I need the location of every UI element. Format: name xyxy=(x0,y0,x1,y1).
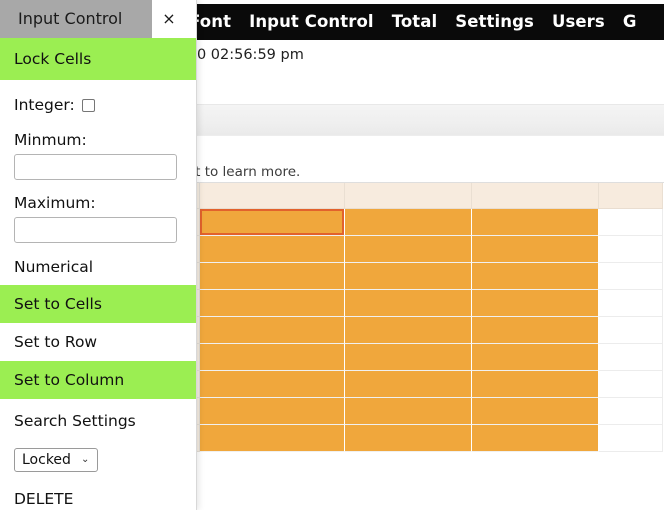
menu-item-total[interactable]: Total xyxy=(383,4,447,40)
grid-cell[interactable] xyxy=(472,344,599,371)
grid-cell[interactable] xyxy=(200,344,345,371)
lock-cells-button[interactable]: Lock Cells xyxy=(0,38,196,80)
grid-cell[interactable] xyxy=(200,317,345,344)
set-to-row-button[interactable]: Set to Row xyxy=(0,323,196,361)
grid-cell[interactable] xyxy=(472,398,599,425)
set-to-column-button[interactable]: Set to Column xyxy=(0,361,196,399)
grid-header-cell[interactable] xyxy=(472,183,599,209)
grid-cell[interactable] xyxy=(345,344,472,371)
delete-button[interactable]: DELETE xyxy=(0,477,196,510)
grid-cell[interactable] xyxy=(472,236,599,263)
panel-titlebar: Input Control × xyxy=(0,0,196,38)
grid-cell[interactable] xyxy=(200,290,345,317)
maximum-input[interactable] xyxy=(14,217,177,243)
set-to-row-label: Set to Row xyxy=(14,333,98,351)
maximum-field-block: Maximum: xyxy=(0,180,196,243)
grid-cell[interactable] xyxy=(599,371,663,398)
grid-cell[interactable] xyxy=(345,290,472,317)
grid-cell[interactable] xyxy=(599,425,663,452)
lock-cells-label: Lock Cells xyxy=(14,50,92,68)
grid-cell[interactable] xyxy=(472,317,599,344)
grid-cell[interactable] xyxy=(345,425,472,452)
grid-cell[interactable] xyxy=(200,425,345,452)
grid-cell[interactable] xyxy=(200,263,345,290)
grid-cell[interactable] xyxy=(472,263,599,290)
search-settings-button[interactable]: Search Settings xyxy=(0,399,196,443)
grid-cell-active[interactable] xyxy=(200,209,345,236)
panel-title: Input Control xyxy=(18,9,123,28)
delete-label: DELETE xyxy=(14,490,74,508)
grid-cell[interactable] xyxy=(472,371,599,398)
locked-select[interactable]: Locked ⌄ xyxy=(14,448,98,472)
menu-item-users[interactable]: Users xyxy=(543,4,614,40)
grid-cell[interactable] xyxy=(200,371,345,398)
grid-cell[interactable] xyxy=(200,236,345,263)
minimum-label: Minmum: xyxy=(14,131,87,149)
grid-cell[interactable] xyxy=(345,209,472,236)
menu-item-input-control[interactable]: Input Control xyxy=(240,4,383,40)
close-icon[interactable]: × xyxy=(156,0,182,38)
grid-cell[interactable] xyxy=(599,263,663,290)
grid-header-cell[interactable] xyxy=(345,183,472,209)
minimum-input[interactable] xyxy=(14,154,177,180)
menu-item-settings[interactable]: Settings xyxy=(446,4,543,40)
grid-header-cell[interactable] xyxy=(200,183,345,209)
integer-field-row: Integer: xyxy=(14,90,182,120)
grid-cell[interactable] xyxy=(472,290,599,317)
grid-cell[interactable] xyxy=(200,398,345,425)
grid-cell[interactable] xyxy=(599,290,663,317)
search-settings-label: Search Settings xyxy=(14,412,136,430)
grid-cell[interactable] xyxy=(345,317,472,344)
numerical-label: Numerical xyxy=(14,258,94,276)
grid-cell[interactable] xyxy=(599,398,663,425)
set-to-cells-label: Set to Cells xyxy=(14,295,102,313)
locked-select-wrapper: Locked ⌄ xyxy=(0,443,196,477)
grid-cell[interactable] xyxy=(345,398,472,425)
numerical-option[interactable]: Numerical xyxy=(0,249,196,285)
minimum-field-block: Minmum: xyxy=(0,120,196,180)
menu-item-groups[interactable]: G xyxy=(614,4,646,40)
maximum-label: Maximum: xyxy=(14,194,96,212)
grid-cell[interactable] xyxy=(345,371,472,398)
panel-body: Integer: Minmum: Maximum: Numerical Set … xyxy=(0,80,196,510)
grid-cell[interactable] xyxy=(345,263,472,290)
grid-cell[interactable] xyxy=(345,236,472,263)
grid-cell[interactable] xyxy=(472,425,599,452)
integer-field-block: Integer: xyxy=(0,80,196,120)
input-control-panel: Input Control × Lock Cells Integer: Minm… xyxy=(0,0,197,510)
grid-cell[interactable] xyxy=(599,344,663,371)
grid-cell[interactable] xyxy=(599,317,663,344)
grid-header-cell[interactable] xyxy=(599,183,663,209)
chevron-down-icon: ⌄ xyxy=(80,454,90,465)
locked-select-value: Locked xyxy=(22,452,71,468)
set-to-column-label: Set to Column xyxy=(14,371,125,389)
integer-checkbox[interactable] xyxy=(81,98,95,112)
grid-cell[interactable] xyxy=(599,209,663,236)
set-to-cells-button[interactable]: Set to Cells xyxy=(0,285,196,323)
grid-cell[interactable] xyxy=(599,236,663,263)
integer-label: Integer: xyxy=(14,96,75,114)
grid-cell[interactable] xyxy=(472,209,599,236)
